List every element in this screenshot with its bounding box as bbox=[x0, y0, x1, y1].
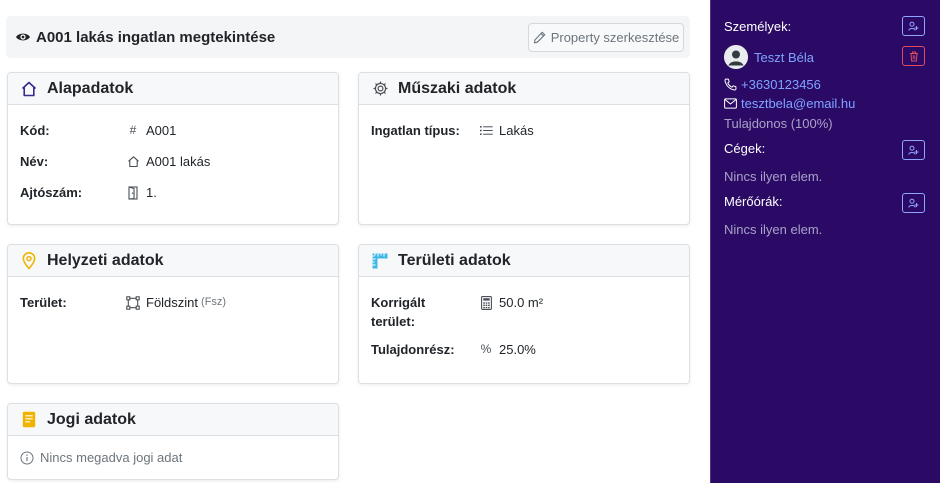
person-name-link[interactable]: Teszt Béla bbox=[754, 50, 814, 65]
door-icon bbox=[126, 185, 140, 200]
hash-icon: # bbox=[129, 123, 137, 137]
field-name: Név: A001 lakás bbox=[20, 152, 326, 174]
person-entry: Teszt Béla bbox=[724, 45, 814, 69]
field-property-type: Ingatlan típus: Lakás bbox=[371, 121, 677, 143]
field-label: Korrigált bbox=[371, 295, 426, 310]
add-person-icon bbox=[908, 21, 919, 32]
field-value: 50.0 m² bbox=[499, 295, 544, 310]
field-label: Ingatlan típus: bbox=[371, 123, 460, 138]
phone-icon bbox=[724, 78, 737, 91]
legal-empty-text: Nincs megadva jogi adat bbox=[40, 450, 183, 465]
main-content: A001 lakás ingatlan megtekintése Propert… bbox=[0, 0, 710, 483]
person-role: Tulajdonos (100%) bbox=[724, 116, 833, 131]
percent-icon: % bbox=[480, 342, 492, 356]
pencil-icon bbox=[533, 31, 546, 44]
card-area-data: Területi adatok Korrigált terület: 50.0 … bbox=[358, 244, 690, 384]
card-area-data-title: Területi adatok bbox=[398, 251, 511, 269]
field-value: 1. bbox=[146, 185, 157, 200]
card-location-data-title: Helyzeti adatok bbox=[47, 251, 164, 269]
house-icon bbox=[126, 155, 140, 169]
calculator-icon bbox=[479, 295, 493, 310]
field-label: terület: bbox=[371, 314, 416, 329]
card-technical-data-header: Műszaki adatok bbox=[359, 73, 689, 105]
page-title: A001 lakás ingatlan megtekintése bbox=[36, 28, 276, 46]
email-address: tesztbela@email.hu bbox=[741, 96, 856, 111]
companies-empty: Nincs ilyen elem. bbox=[724, 169, 823, 184]
trash-icon bbox=[909, 51, 919, 62]
field-label: Tulajdonrész: bbox=[371, 342, 455, 357]
envelope-icon bbox=[724, 98, 737, 109]
field-value: Földszint bbox=[146, 295, 199, 310]
field-value: A001 bbox=[146, 123, 177, 138]
card-basic-data: Alapadatok Kód: # A001 Név: A001 lakás A… bbox=[7, 72, 339, 225]
eye-icon bbox=[14, 28, 32, 46]
field-label: Kód: bbox=[20, 123, 50, 138]
field-door-number: Ajtószám: 1. bbox=[20, 183, 326, 205]
delete-person-button[interactable] bbox=[902, 46, 925, 66]
floor-plan-icon bbox=[126, 295, 140, 310]
card-basic-data-title: Alapadatok bbox=[47, 79, 134, 97]
card-technical-data: Műszaki adatok Ingatlan típus: Lakás bbox=[358, 72, 690, 225]
email-contact[interactable]: tesztbela@email.hu bbox=[724, 96, 855, 111]
field-ownership-share: Tulajdonrész: % 25.0% bbox=[371, 340, 677, 362]
card-legal-data: Jogi adatok Nincs megadva jogi adat bbox=[7, 403, 339, 480]
meters-heading: Mérőórák: bbox=[724, 194, 783, 209]
field-label: Terület: bbox=[20, 295, 67, 310]
card-legal-data-header: Jogi adatok bbox=[8, 404, 338, 436]
map-pin-icon bbox=[20, 251, 38, 270]
card-location-data: Helyzeti adatok Terület: Földszint (Fsz) bbox=[7, 244, 339, 384]
edit-property-label: Property szerkesztése bbox=[550, 30, 680, 45]
card-legal-data-title: Jogi adatok bbox=[47, 410, 136, 428]
house-icon bbox=[20, 80, 38, 98]
add-company-button[interactable] bbox=[902, 140, 925, 160]
document-icon bbox=[20, 411, 38, 429]
phone-contact[interactable]: +3630123456 bbox=[724, 77, 821, 92]
field-value: 25.0% bbox=[499, 342, 536, 357]
field-label: Név: bbox=[20, 154, 49, 169]
page-header: A001 lakás ingatlan megtekintése Propert… bbox=[6, 16, 690, 58]
field-value-abbrev: (Fsz) bbox=[201, 296, 227, 308]
info-icon bbox=[20, 451, 34, 465]
phone-number: +3630123456 bbox=[741, 77, 821, 92]
field-corrected-area: Korrigált terület: 50.0 m² bbox=[371, 293, 677, 331]
ruler-icon bbox=[371, 252, 389, 270]
card-technical-data-title: Műszaki adatok bbox=[398, 79, 517, 97]
field-label: Ajtószám: bbox=[20, 185, 83, 200]
field-value: Lakás bbox=[499, 123, 534, 138]
card-basic-data-header: Alapadatok bbox=[8, 73, 338, 105]
card-location-data-header: Helyzeti adatok bbox=[8, 245, 338, 277]
add-meter-button[interactable] bbox=[902, 193, 925, 213]
list-icon bbox=[479, 124, 493, 138]
meters-empty: Nincs ilyen elem. bbox=[724, 222, 823, 237]
card-area-data-header: Területi adatok bbox=[359, 245, 689, 277]
companies-heading: Cégek: bbox=[724, 141, 766, 156]
persons-heading: Személyek: bbox=[724, 19, 792, 34]
add-person-button[interactable] bbox=[902, 16, 925, 36]
add-person-icon bbox=[908, 145, 919, 156]
field-code: Kód: # A001 bbox=[20, 121, 326, 143]
add-person-icon bbox=[908, 198, 919, 209]
gear-icon bbox=[371, 80, 389, 98]
legal-empty-message: Nincs megadva jogi adat bbox=[20, 450, 326, 465]
sidebar: Személyek: Teszt Béla +3630123456 tesztb… bbox=[710, 0, 940, 483]
avatar bbox=[724, 45, 748, 69]
edit-property-button[interactable]: Property szerkesztése bbox=[528, 23, 684, 52]
field-area-level: Terület: Földszint (Fsz) bbox=[20, 293, 326, 315]
field-value: A001 lakás bbox=[146, 154, 211, 169]
